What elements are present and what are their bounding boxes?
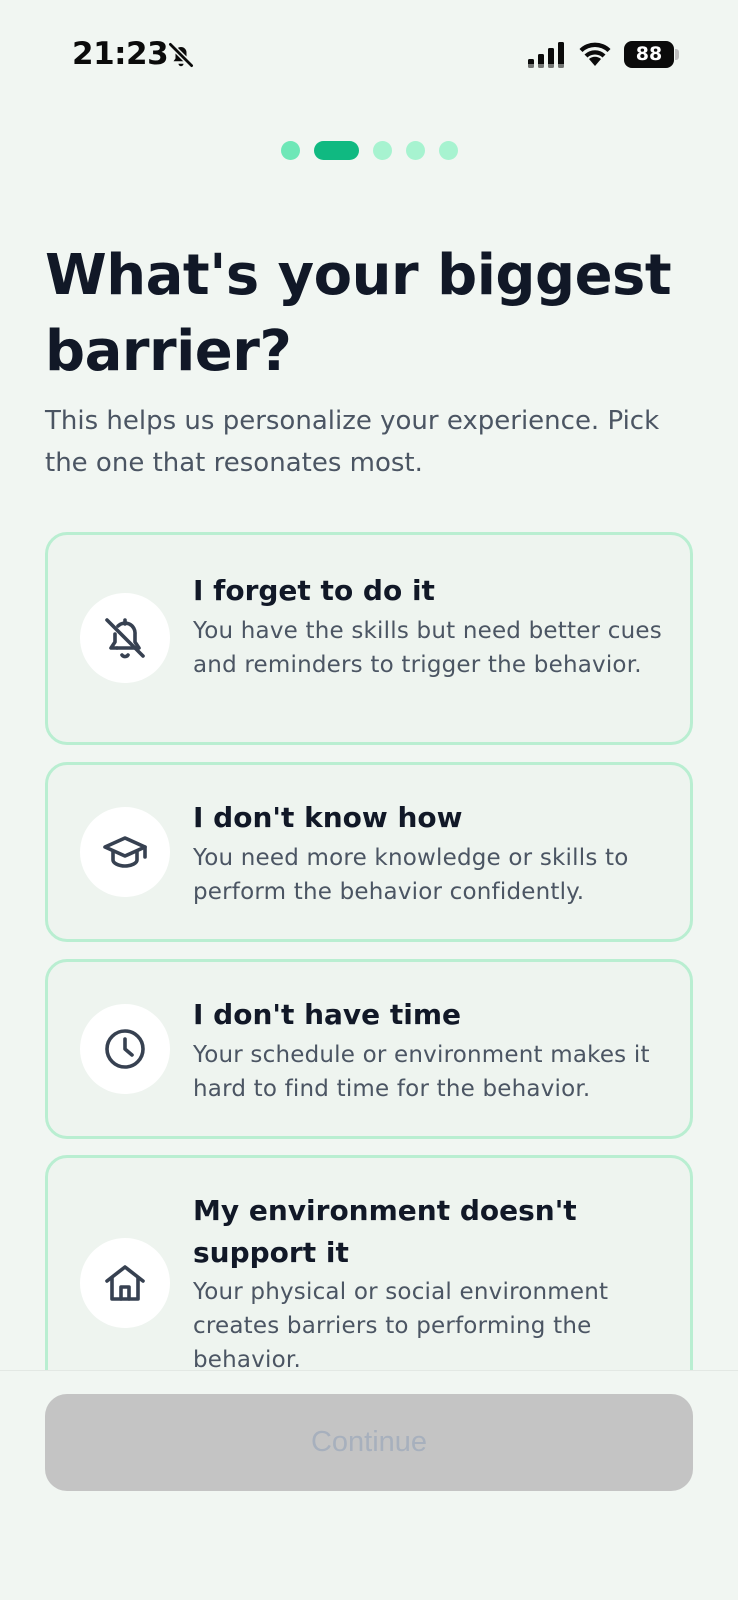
home-icon (105, 1265, 145, 1301)
option-description: Your physical or social environment crea… (193, 1279, 609, 1370)
option-title: I don't know how (193, 801, 463, 834)
continue-button[interactable]: Continue (45, 1394, 693, 1491)
option-no-time[interactable]: I don't have time Your schedule or envir… (45, 959, 693, 1139)
options-list: I forget to do it You have the skills bu… (0, 0, 738, 1370)
graduation-cap-icon (103, 836, 147, 868)
option-environment[interactable]: My environment doesn't support it Your p… (45, 1155, 693, 1370)
option-icon-wrapper (80, 1004, 170, 1094)
option-forget[interactable]: I forget to do it You have the skills bu… (45, 532, 693, 745)
onboarding-screen: 21:23 88 What's your biggest barrier? Th… (0, 0, 738, 1600)
bell-off-icon (105, 618, 145, 659)
option-title: My environment doesn't support it (193, 1194, 577, 1269)
option-description: You need more knowledge or skills to per… (193, 845, 629, 905)
clock-icon (105, 1029, 145, 1069)
option-dont-know-how[interactable]: I don't know how You need more knowledge… (45, 762, 693, 942)
option-icon-wrapper (80, 593, 170, 683)
bottom-bar: Continue (0, 1370, 738, 1600)
option-description: Your schedule or environment makes it ha… (193, 1042, 650, 1102)
option-description: You have the skills but need better cues… (193, 618, 662, 678)
option-title: I forget to do it (193, 574, 435, 607)
option-title: I don't have time (193, 998, 462, 1031)
option-icon-wrapper (80, 1238, 170, 1328)
option-icon-wrapper (80, 807, 170, 897)
